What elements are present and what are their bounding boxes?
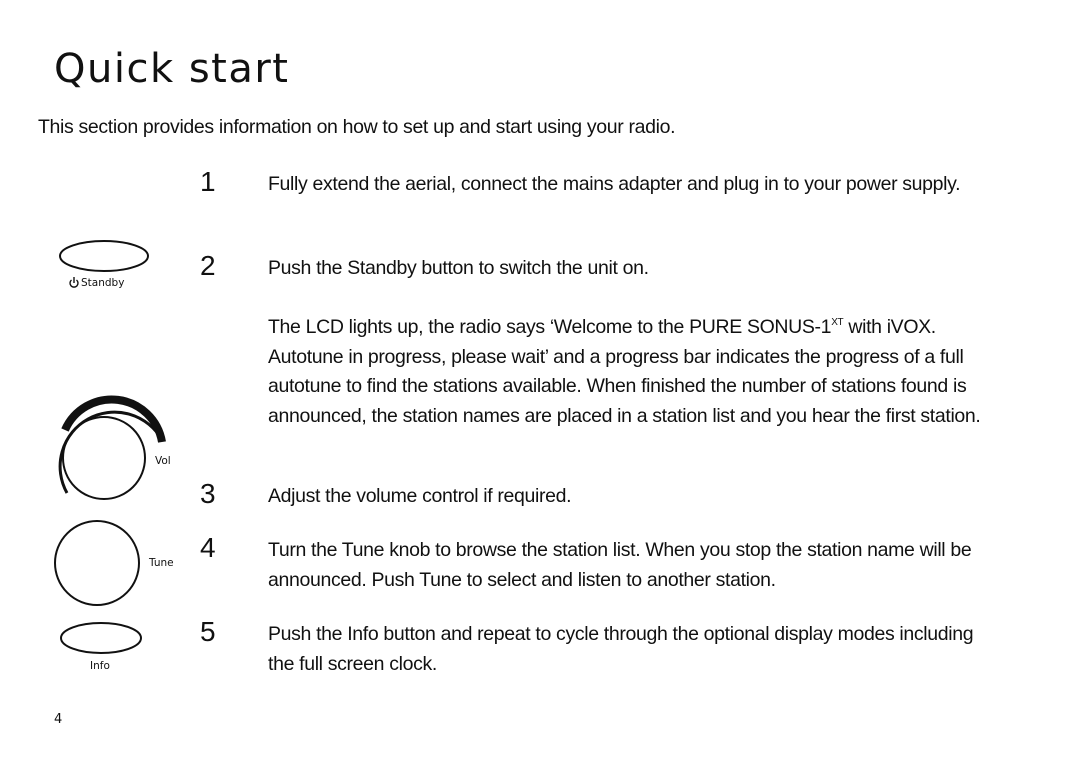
volume-arc-thick	[61, 395, 166, 443]
detail-text: The LCD lights up, the radio says ‘Welco…	[268, 316, 832, 338]
page-number: 4	[54, 712, 63, 727]
vol-label: Vol	[155, 455, 171, 467]
step-text: Adjust the volume control if required.	[268, 485, 572, 507]
volume-arc	[58, 410, 164, 494]
step-number: 5	[200, 616, 216, 647]
info-button	[60, 622, 142, 654]
info-label: Info	[90, 660, 110, 672]
standby-button	[59, 240, 149, 272]
tune-label: Tune	[149, 557, 174, 569]
step-2-detail: The LCD lights up, the radio says ‘Welco…	[268, 308, 1013, 431]
step-number: 1	[200, 166, 216, 197]
step-number: 3	[200, 478, 216, 509]
tune-knob	[54, 520, 140, 606]
volume-knob	[62, 416, 146, 500]
step-number: 4	[200, 532, 216, 563]
standby-label: Standby	[81, 277, 125, 289]
page: Quick start This section provides inform…	[0, 0, 1080, 761]
step-text: Push the Standby button to switch the un…	[268, 257, 649, 279]
step-number: 2	[200, 250, 216, 281]
superscript: XT	[831, 317, 844, 328]
step-text: Turn the Tune knob to browse the station…	[268, 539, 972, 591]
power-icon	[69, 277, 79, 288]
step-text: Fully extend the aerial, connect the mai…	[268, 173, 961, 195]
step-text: Push the Info button and repeat to cycle…	[268, 623, 974, 675]
